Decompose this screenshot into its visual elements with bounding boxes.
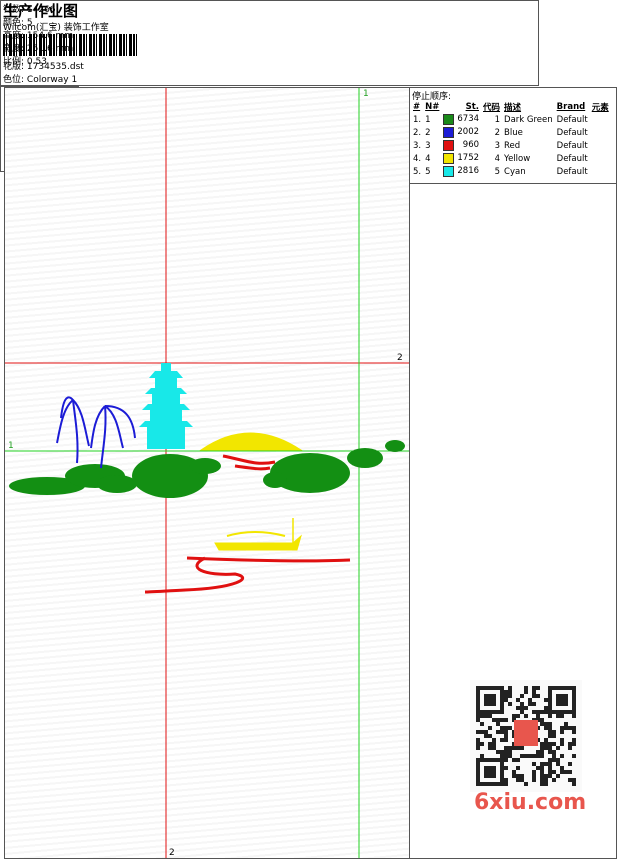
row-code: 4 <box>494 153 501 164</box>
row-brand: Default <box>556 140 588 151</box>
red-guide-right-label: 2 <box>397 353 403 363</box>
thread-row: 1. 1 6734 1 Dark Green Default <box>411 113 611 126</box>
colorway-row: 色位: Colorway 1 <box>3 72 77 85</box>
color-swatch <box>443 114 455 125</box>
stat-scale: 比例: 0.53 <box>3 57 47 67</box>
col-header-brand: Brand <box>556 101 586 112</box>
color-swatch <box>443 140 455 151</box>
row-description: Dark Green <box>504 114 553 125</box>
row-brand: Default <box>556 127 588 138</box>
row-element <box>590 113 611 126</box>
row-stitches: 6734 <box>441 113 481 126</box>
row-element <box>590 152 611 165</box>
row-needle: 3 <box>425 140 431 151</box>
color-swatch <box>443 153 455 164</box>
row-stitches: 1752 <box>441 152 481 165</box>
row-stitches: 960 <box>441 139 481 152</box>
watermark-text: 6xiu.com <box>474 790 587 815</box>
row-description: Cyan <box>504 166 526 177</box>
colorway-value: Colorway 1 <box>26 75 78 85</box>
row-code: 5 <box>494 166 501 177</box>
color-swatch <box>443 166 455 177</box>
cyan-pagoda-motif <box>139 363 193 449</box>
row-index: 1. <box>413 114 422 125</box>
row-brand: Default <box>556 166 588 177</box>
row-code: 1 <box>494 114 501 125</box>
stat-colors: 颜色: 5 <box>3 18 33 28</box>
green-guide-left-label: 1 <box>8 441 14 451</box>
row-brand: Default <box>556 114 588 125</box>
thread-table: # N# St. 代码 描述 Brand 元素 1. 1 6734 1 Dark Gre… <box>411 100 611 178</box>
embroidery-preview <box>5 88 409 858</box>
row-stitches: 2002 <box>441 126 481 139</box>
col-header-index: # <box>413 101 421 112</box>
row-code: 3 <box>494 140 501 151</box>
row-brand: Default <box>556 153 588 164</box>
table-header-row: # N# St. 代码 描述 Brand 元素 <box>411 100 611 113</box>
row-needle: 5 <box>425 166 431 177</box>
thread-row: 4. 4 1752 4 Yellow Default <box>411 152 611 165</box>
design-preview-canvas: 2 2 1 1 <box>4 87 410 859</box>
row-index: 3. <box>413 140 422 151</box>
qr-code-image <box>470 680 582 792</box>
stop-sequence-box: 停止顺序: # N# St. 代码 描述 Brand 元素 1. 1 6734 1 Da… <box>410 88 616 184</box>
red-guide-bottom-label: 2 <box>169 848 175 858</box>
row-description: Yellow <box>504 153 531 164</box>
col-header-needle: N# <box>425 101 440 112</box>
row-needle: 2 <box>425 127 431 138</box>
row-element <box>590 139 611 152</box>
row-needle: 1 <box>425 114 431 125</box>
col-header-description: 描述 <box>504 102 522 113</box>
row-needle: 4 <box>425 153 431 164</box>
col-header-stitches: St. <box>465 101 480 112</box>
col-header-element: 元素 <box>591 102 609 113</box>
stat-width: 宽度: 251.6 mm <box>3 44 74 54</box>
row-code: 2 <box>494 127 501 138</box>
stat-height: 高度: 154.6 mm <box>3 31 74 41</box>
color-swatch <box>443 127 455 138</box>
row-description: Blue <box>504 127 523 138</box>
blue-willow-motif <box>56 396 136 469</box>
row-element <box>590 165 611 178</box>
thread-row: 5. 5 2816 5 Cyan Default <box>411 165 611 178</box>
stat-stitches: 针数: 14266 <box>3 5 56 15</box>
thread-row: 2. 2 2002 2 Blue Default <box>411 126 611 139</box>
row-index: 2. <box>413 127 422 138</box>
row-stitches: 2816 <box>441 165 481 178</box>
row-index: 5. <box>413 166 422 177</box>
green-guide-top-label: 1 <box>363 89 369 99</box>
colorway-label: 色位: <box>3 75 25 85</box>
col-header-code: 代码 <box>483 102 501 113</box>
row-element <box>590 126 611 139</box>
thread-row: 3. 3 960 3 Red Default <box>411 139 611 152</box>
header-info-box: 生产作业图 Wilcom(汇宝) 装饰工作室 花版: 1734535.dst 色… <box>0 0 539 86</box>
row-description: Red <box>504 140 521 151</box>
row-index: 4. <box>413 153 422 164</box>
